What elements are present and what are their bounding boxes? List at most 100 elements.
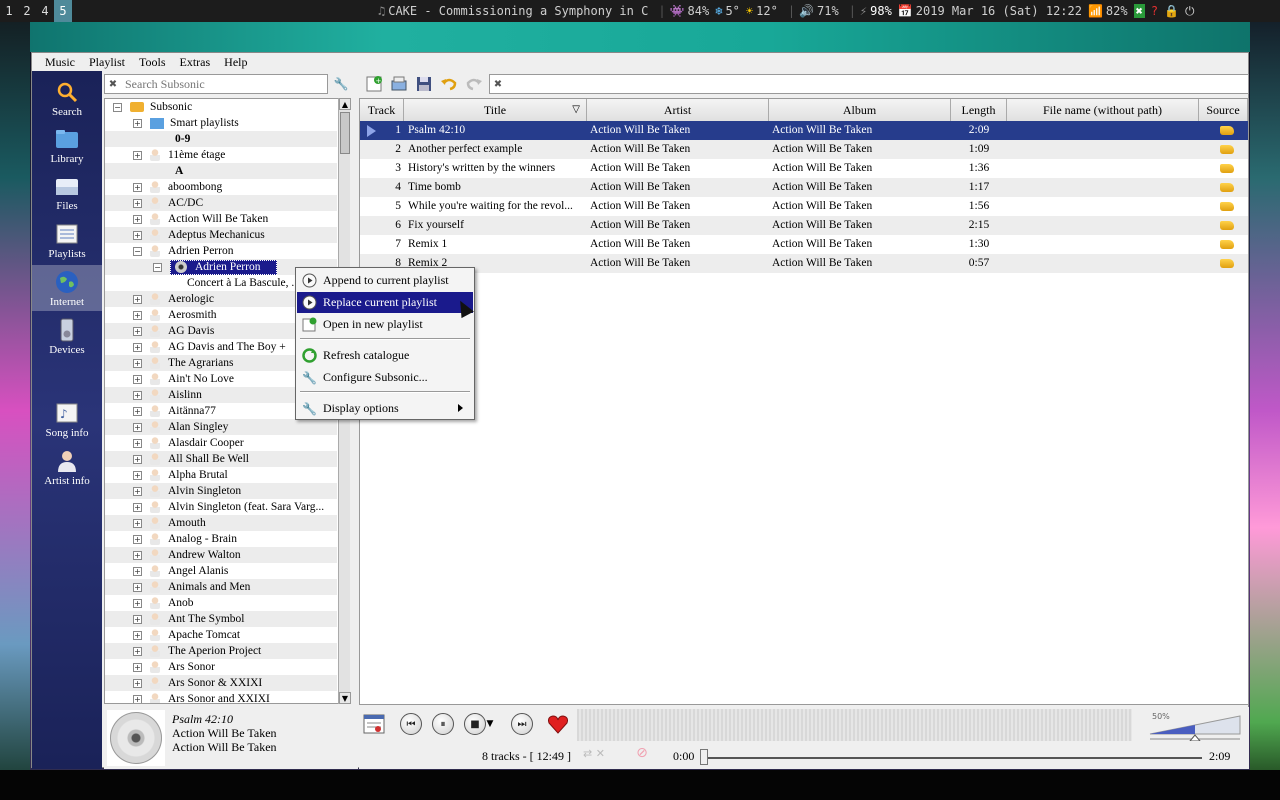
expand-icon[interactable]: +	[133, 150, 142, 160]
tree-item-artist[interactable]: + Ars Sonor and XXIXI	[105, 691, 337, 703]
tree-item-artist[interactable]: + AC/DC	[105, 195, 337, 211]
undo-button[interactable]	[438, 74, 459, 94]
tree-item-artist[interactable]: + Alpha Brutal	[105, 467, 337, 483]
tree-item-artist[interactable]: + Andrew Walton	[105, 547, 337, 563]
tree-letter-header[interactable]: 0-9	[105, 131, 337, 147]
expand-icon[interactable]: +	[133, 422, 142, 432]
save-playlist-button[interactable]	[413, 74, 434, 94]
tree-item-artist[interactable]: + Anob	[105, 595, 337, 611]
table-row[interactable]: 3 History's written by the winners Action …	[360, 159, 1248, 178]
tree-item-artist[interactable]: + Amouth	[105, 515, 337, 531]
sidebar-item-artist-info[interactable]: Artist info	[32, 444, 102, 490]
column-artist[interactable]: Artist	[587, 99, 769, 121]
menu-item-open-new[interactable]: Open in new playlist	[297, 314, 473, 335]
clear-filter-icon[interactable]: ✖	[490, 79, 506, 90]
expand-icon[interactable]: +	[133, 630, 142, 640]
scrollbar-thumb[interactable]	[340, 112, 350, 154]
sidebar-item-song-info[interactable]: ♪ Song info	[32, 396, 102, 442]
expand-icon[interactable]: +	[133, 662, 142, 672]
new-playlist-button[interactable]: +	[363, 74, 384, 94]
expand-icon[interactable]: +	[133, 454, 142, 464]
tree-item-artist[interactable]: + Angel Alanis	[105, 563, 337, 579]
column-title[interactable]: Title ▽	[404, 99, 587, 121]
sidebar-item-playlists[interactable]: Playlists	[32, 217, 102, 263]
expand-icon[interactable]: +	[133, 566, 142, 576]
spectrum-analyzer[interactable]	[577, 709, 1132, 741]
column-track[interactable]: Track	[360, 99, 404, 121]
next-button[interactable]: ⏭	[509, 711, 535, 737]
table-row[interactable]: 1 Psalm 42:10 Action Will Be Taken Action W…	[360, 121, 1248, 140]
tree-item-artist[interactable]: + Ars Sonor	[105, 659, 337, 675]
tree-item-artist[interactable]: + Analog - Brain	[105, 531, 337, 547]
tree-letter-header[interactable]: A	[105, 163, 337, 179]
seek-bar[interactable]	[704, 757, 1202, 759]
search-input[interactable]	[121, 76, 327, 92]
table-row[interactable]: 8 Remix 2 Action Will Be Taken Action Will …	[360, 254, 1248, 273]
expand-icon[interactable]: +	[133, 646, 142, 656]
tree-root[interactable]: − Subsonic	[105, 99, 337, 115]
expand-icon[interactable]: +	[133, 118, 142, 128]
expand-icon[interactable]: +	[133, 678, 142, 688]
search-config-button[interactable]: 🔧	[330, 74, 352, 94]
load-playlist-button[interactable]	[388, 74, 409, 94]
sidebar-item-files[interactable]: Files	[32, 169, 102, 215]
scroll-down-icon[interactable]: ▼	[339, 692, 351, 704]
menu-item-replace[interactable]: Replace current playlist	[297, 292, 473, 313]
tree-item-artist[interactable]: + Alvin Singleton (feat. Sara Varg...	[105, 499, 337, 515]
expand-icon[interactable]: +	[133, 358, 142, 368]
table-row[interactable]: 6 Fix yourself Action Will Be Taken Action …	[360, 216, 1248, 235]
workspace-4[interactable]: 4	[36, 0, 54, 22]
table-row[interactable]: 4 Time bomb Action Will Be Taken Action Wil…	[360, 178, 1248, 197]
tree-item-artist[interactable]: + Ant The Symbol	[105, 611, 337, 627]
menu-music[interactable]: Music	[38, 55, 82, 70]
workspace-1[interactable]: 1	[0, 0, 18, 22]
menu-item-display-options[interactable]: 🔧 Display options	[297, 398, 473, 419]
collapse-icon[interactable]: −	[153, 262, 162, 272]
expand-icon[interactable]: +	[133, 182, 142, 192]
menu-item-configure[interactable]: 🔧 Configure Subsonic...	[297, 367, 473, 388]
expand-icon[interactable]: +	[133, 694, 142, 703]
column-length[interactable]: Length	[951, 99, 1007, 121]
love-button[interactable]	[545, 711, 571, 737]
seek-handle[interactable]	[700, 749, 708, 765]
volume-control[interactable]: 50%	[1142, 709, 1242, 742]
tree-item-artist[interactable]: + Alasdair Cooper	[105, 435, 337, 451]
tray-x-icon[interactable]: ✖	[1133, 4, 1145, 18]
expand-icon[interactable]: +	[133, 214, 142, 224]
menu-help[interactable]: Help	[217, 55, 254, 70]
workspace-2[interactable]: 2	[18, 0, 36, 22]
expand-icon[interactable]: +	[133, 534, 142, 544]
column-filename[interactable]: File name (without path)	[1007, 99, 1199, 121]
expand-icon[interactable]: +	[133, 550, 142, 560]
column-source[interactable]: Source	[1199, 99, 1248, 121]
filter-input[interactable]	[506, 76, 1248, 92]
collapse-icon[interactable]: −	[133, 246, 142, 256]
expand-icon[interactable]: +	[133, 342, 142, 352]
shuffle-icon[interactable]: ⇄ ✕	[583, 747, 605, 760]
expand-icon[interactable]: +	[133, 438, 142, 448]
menu-playlist[interactable]: Playlist	[82, 55, 132, 70]
menu-extras[interactable]: Extras	[173, 55, 218, 70]
sidebar-item-devices[interactable]: Devices	[32, 313, 102, 359]
lock-icon[interactable]: 🔒	[1164, 4, 1179, 18]
sidebar-item-library[interactable]: Library	[32, 122, 102, 168]
tree-item-artist[interactable]: +11ème étage	[105, 147, 337, 163]
column-album[interactable]: Album	[769, 99, 951, 121]
power-icon[interactable]: ⏻	[1185, 4, 1195, 19]
pause-button[interactable]: ⏸	[430, 711, 456, 737]
tree-item-artist[interactable]: − Adrien Perron	[105, 243, 337, 259]
expand-icon[interactable]: +	[133, 294, 142, 304]
expand-icon[interactable]: +	[133, 502, 142, 512]
expand-icon[interactable]: +	[133, 326, 142, 336]
tree-item-artist[interactable]: + Action Will Be Taken	[105, 211, 337, 227]
scroll-up-icon[interactable]: ▲	[339, 98, 351, 110]
clear-search-icon[interactable]: ✖	[105, 79, 121, 90]
expand-icon[interactable]: +	[133, 374, 142, 384]
sidebar-item-internet[interactable]: Internet	[32, 265, 102, 311]
tree-item-artist[interactable]: + Apache Tomcat	[105, 627, 337, 643]
previous-button[interactable]: ⏮	[398, 711, 424, 737]
tree-item-artist[interactable]: + Ars Sonor & XXIXI	[105, 675, 337, 691]
expand-icon[interactable]: +	[133, 390, 142, 400]
tree-item-artist[interactable]: + Alan Singley	[105, 419, 337, 435]
collapse-icon[interactable]: −	[113, 102, 122, 112]
